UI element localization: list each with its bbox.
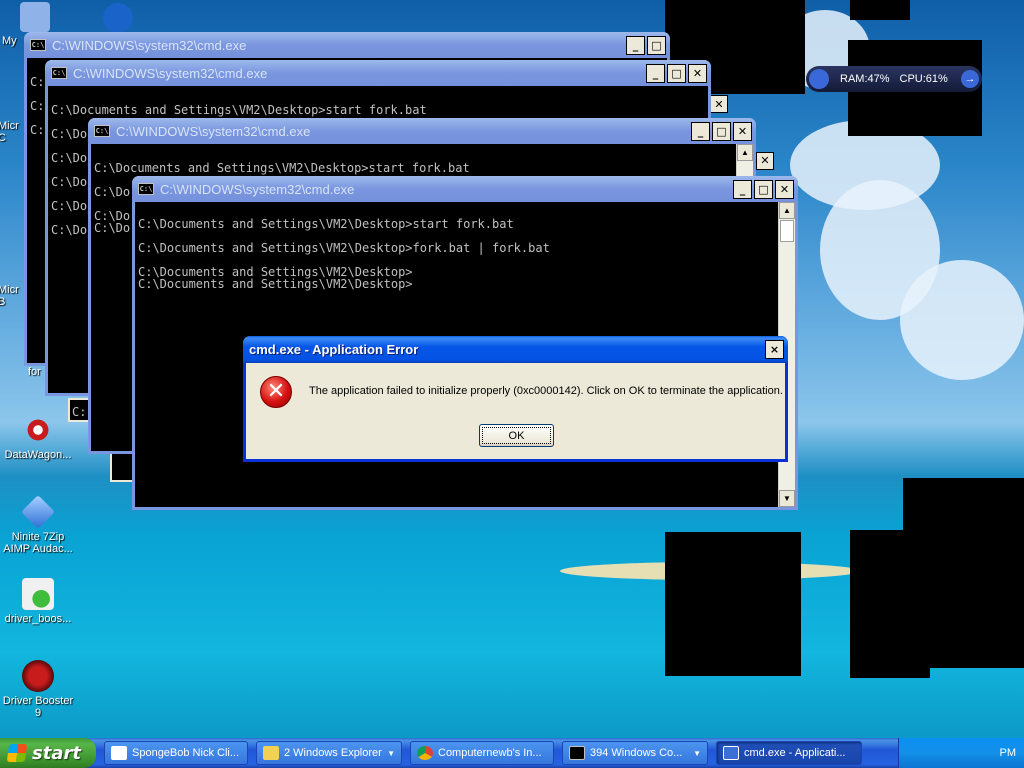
window-titlebar[interactable]: C:\ C:\WINDOWS\system32\cmd.exe _ □ xyxy=(24,32,670,58)
desktop-icon-label: Micr C xyxy=(0,120,19,144)
ok-button[interactable]: OK xyxy=(479,424,554,447)
desktop-icon-label: DataWagon... xyxy=(4,449,72,461)
stray-console-text: C: xyxy=(72,405,87,419)
maximize-icon[interactable]: □ xyxy=(754,179,773,199)
cpu-usage: CPU:61% xyxy=(899,73,948,85)
console-icon: C:\ xyxy=(51,67,67,79)
close-icon[interactable]: × xyxy=(765,340,784,359)
taskbar-item-cmd-error[interactable]: cmd.exe - Applicati... xyxy=(716,741,862,765)
desktop-icon-driver-booster[interactable]: Driver Booster 9 xyxy=(0,660,78,719)
close-icon[interactable]: ✕ xyxy=(775,179,794,199)
window-title: C:\WINDOWS\system32\cmd.exe xyxy=(52,37,247,53)
arrow-right-icon[interactable]: → xyxy=(961,70,979,88)
ninite-icon xyxy=(21,495,55,529)
dialog-titlebar[interactable]: cmd.exe - Application Error × xyxy=(243,336,788,363)
glitch-block xyxy=(665,532,801,676)
window-titlebar[interactable]: C:\ C:\WINDOWS\system32\cmd.exe _ □ ✕ xyxy=(132,176,798,202)
maximize-icon[interactable]: □ xyxy=(647,35,666,55)
browser-window-icon xyxy=(111,746,127,760)
close-icon[interactable]: ✕ xyxy=(756,152,774,170)
desktop-icon-microsoft-c[interactable]: Micr C xyxy=(0,120,22,144)
scroll-down-icon[interactable]: ▼ xyxy=(779,490,795,507)
window-title: C:\WINDOWS\system32\cmd.exe xyxy=(73,65,268,81)
minimize-icon[interactable]: _ xyxy=(646,63,665,83)
console-line: C:\Documents and Settings\VM2\Desktop>st… xyxy=(94,161,470,175)
taskbar-item-computernewb[interactable]: Computernewb's In... xyxy=(410,741,554,765)
window-titlebar[interactable]: C:\ C:\WINDOWS\system32\cmd.exe _ □ ✕ xyxy=(45,60,711,86)
close-icon[interactable]: ✕ xyxy=(688,63,707,83)
datawagon-icon xyxy=(22,414,54,446)
glitch-block xyxy=(850,0,910,20)
taskbar-item-label: 394 Windows Co... xyxy=(590,747,683,759)
system-monitor-gadget: RAM:47% CPU:61% → xyxy=(806,66,982,92)
close-icon[interactable]: ✕ xyxy=(710,95,728,113)
console-icon: C:\ xyxy=(94,125,110,137)
tray-clock[interactable]: PM xyxy=(1000,747,1017,759)
console-icon: C:\ xyxy=(30,39,46,51)
iobit-icon xyxy=(22,578,54,610)
error-dialog[interactable]: cmd.exe - Application Error × ✕ The appl… xyxy=(243,336,788,462)
cloud xyxy=(900,260,1024,380)
maximize-icon[interactable]: □ xyxy=(667,63,686,83)
desktop-icon-label: Ninite 7Zip AIMP Audac... xyxy=(3,531,73,555)
folder-icon xyxy=(263,746,279,760)
window-title: C:\WINDOWS\system32\cmd.exe xyxy=(160,181,355,197)
desktop-icon-label: Micr B xyxy=(0,284,19,308)
console-line: C:\Documents and Settings\VM2\Desktop>fo… xyxy=(138,241,550,255)
desktop-icon-microsoft-b[interactable]: Micr B xyxy=(0,284,22,308)
close-icon[interactable]: ✕ xyxy=(733,121,752,141)
ccleaner-icon xyxy=(103,3,133,33)
desktop-icon-label: driver_boos... xyxy=(4,613,72,625)
taskbar-item-windows-console[interactable]: 394 Windows Co... ▼ xyxy=(562,741,708,765)
start-label: start xyxy=(32,742,81,764)
error-message: The application failed to initialize pro… xyxy=(309,385,783,397)
console-line: C:\Documents and Settings\VM2\Desktop>st… xyxy=(138,217,514,231)
stray-console-fragment xyxy=(110,452,134,482)
windows-logo-icon xyxy=(6,744,28,762)
taskbar-item-label: Computernewb's In... xyxy=(438,747,542,759)
computer-icon xyxy=(20,2,50,32)
desktop-icon-datawagon[interactable]: DataWagon... xyxy=(0,414,78,461)
taskbar: start SpongeBob Nick Cli... 2 Windows Ex… xyxy=(0,738,1024,768)
window-title: C:\WINDOWS\system32\cmd.exe xyxy=(116,123,311,139)
chrome-icon xyxy=(417,746,433,760)
system-tray: PM xyxy=(898,738,1024,768)
minimize-icon[interactable]: _ xyxy=(733,179,752,199)
console-line: C:\Documents and Settings\VM2\Desktop> xyxy=(138,277,413,291)
taskbar-item-label: 2 Windows Explorer xyxy=(284,747,382,759)
ram-usage: RAM:47% xyxy=(840,73,890,85)
error-icon: ✕ xyxy=(260,376,292,408)
glitch-block xyxy=(903,478,1024,668)
rocket-icon xyxy=(809,69,829,89)
desktop-icon-label: Driver Booster 9 xyxy=(2,695,74,719)
desktop-icon-ninite[interactable]: Ninite 7Zip AIMP Audac... xyxy=(0,495,78,555)
scroll-up-icon[interactable]: ▲ xyxy=(737,144,753,161)
group-arrow-icon: ▼ xyxy=(693,748,701,758)
dialog-title: cmd.exe - Application Error xyxy=(249,342,419,357)
console-line: C:\Documents and Settings\VM2\Desktop>st… xyxy=(51,103,427,117)
desktop-icon-driver-booster-setup[interactable]: driver_boos... xyxy=(0,578,78,625)
taskbar-item-windows-explorer[interactable]: 2 Windows Explorer ▼ xyxy=(256,741,402,765)
maximize-icon[interactable]: □ xyxy=(712,121,731,141)
group-arrow-icon: ▼ xyxy=(387,748,395,758)
minimize-icon[interactable]: _ xyxy=(626,35,645,55)
taskbar-item-spongebob[interactable]: SpongeBob Nick Cli... xyxy=(104,741,248,765)
start-button[interactable]: start xyxy=(0,738,96,768)
console-icon xyxy=(569,746,585,760)
scroll-thumb[interactable] xyxy=(780,220,794,242)
dialog-window-icon xyxy=(723,746,739,760)
taskbar-item-label: cmd.exe - Applicati... xyxy=(744,747,846,759)
window-titlebar[interactable]: C:\ C:\WINDOWS\system32\cmd.exe _ □ ✕ xyxy=(88,118,756,144)
driver-booster-icon xyxy=(22,660,54,692)
desktop: My Micr C Micr B for DataWagon... Ninite… xyxy=(0,0,1024,768)
minimize-icon[interactable]: _ xyxy=(691,121,710,141)
taskbar-item-label: SpongeBob Nick Cli... xyxy=(132,747,239,759)
scroll-up-icon[interactable]: ▲ xyxy=(779,202,795,219)
console-icon: C:\ xyxy=(138,183,154,195)
